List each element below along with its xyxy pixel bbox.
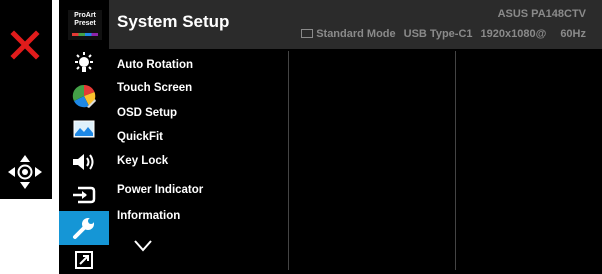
- close-icon: [10, 30, 40, 60]
- brightness-icon: [75, 52, 93, 72]
- color-icon: [72, 84, 96, 108]
- sound-icon: [73, 154, 94, 170]
- column-divider: [288, 51, 289, 270]
- menu-item-auto-rotation[interactable]: Auto Rotation: [117, 59, 193, 71]
- side-control-strip: [0, 0, 52, 199]
- navigate-button[interactable]: [7, 154, 43, 190]
- menu-item-osd-setup[interactable]: OSD Setup: [117, 107, 177, 119]
- category-shortcut[interactable]: [59, 246, 109, 274]
- shortcut-icon: [75, 251, 93, 269]
- category-input-select[interactable]: [59, 180, 109, 210]
- refresh-rate: 60Hz: [560, 28, 586, 40]
- category-color[interactable]: [59, 81, 109, 111]
- column-divider: [455, 51, 456, 270]
- menu-item-touch-screen[interactable]: Touch Screen: [117, 82, 192, 94]
- color-mode: Standard Mode: [301, 28, 396, 40]
- menu-content: Auto Rotation Touch Screen OSD Setup Qui…: [109, 49, 602, 274]
- proart-preset-line1: ProArt: [74, 12, 96, 19]
- page-title: System Setup: [117, 12, 230, 31]
- system-setup-icon: [73, 218, 94, 239]
- chevron-down-icon[interactable]: [133, 239, 153, 253]
- proart-preset-badge[interactable]: ProArt Preset: [68, 10, 102, 40]
- menu-item-information[interactable]: Information: [117, 210, 180, 222]
- proart-preset-line2: Preset: [74, 20, 96, 27]
- menu-item-key-lock[interactable]: Key Lock: [117, 155, 168, 167]
- input-source: USB Type-C1: [403, 28, 473, 40]
- resolution: 1920x1080@: [480, 28, 547, 40]
- close-button[interactable]: [10, 30, 40, 60]
- input-select-icon: [73, 186, 96, 204]
- status-line: Standard Mode USB Type-C1 1920x1080@ 60H…: [301, 28, 586, 40]
- category-sound[interactable]: [59, 147, 109, 177]
- category-column: ProArt Preset: [59, 0, 109, 274]
- proart-preset-icon: [72, 33, 98, 36]
- osd-panel: ProArt Preset System Setup ASUS PA148CTV…: [59, 0, 602, 274]
- model-name: ASUS PA148CTV: [497, 8, 586, 20]
- menu-item-quickfit[interactable]: QuickFit: [117, 131, 163, 143]
- header-bar: System Setup ASUS PA148CTV Standard Mode…: [109, 0, 602, 49]
- category-system-setup[interactable]: [59, 211, 109, 245]
- move-arrows-icon: [8, 155, 42, 189]
- category-brightness[interactable]: [59, 48, 109, 78]
- color-mode-label: Standard Mode: [316, 28, 396, 40]
- category-image[interactable]: [59, 114, 109, 144]
- monitor-icon: [301, 29, 314, 38]
- menu-item-power-indicator[interactable]: Power Indicator: [117, 184, 203, 196]
- image-icon: [73, 120, 95, 138]
